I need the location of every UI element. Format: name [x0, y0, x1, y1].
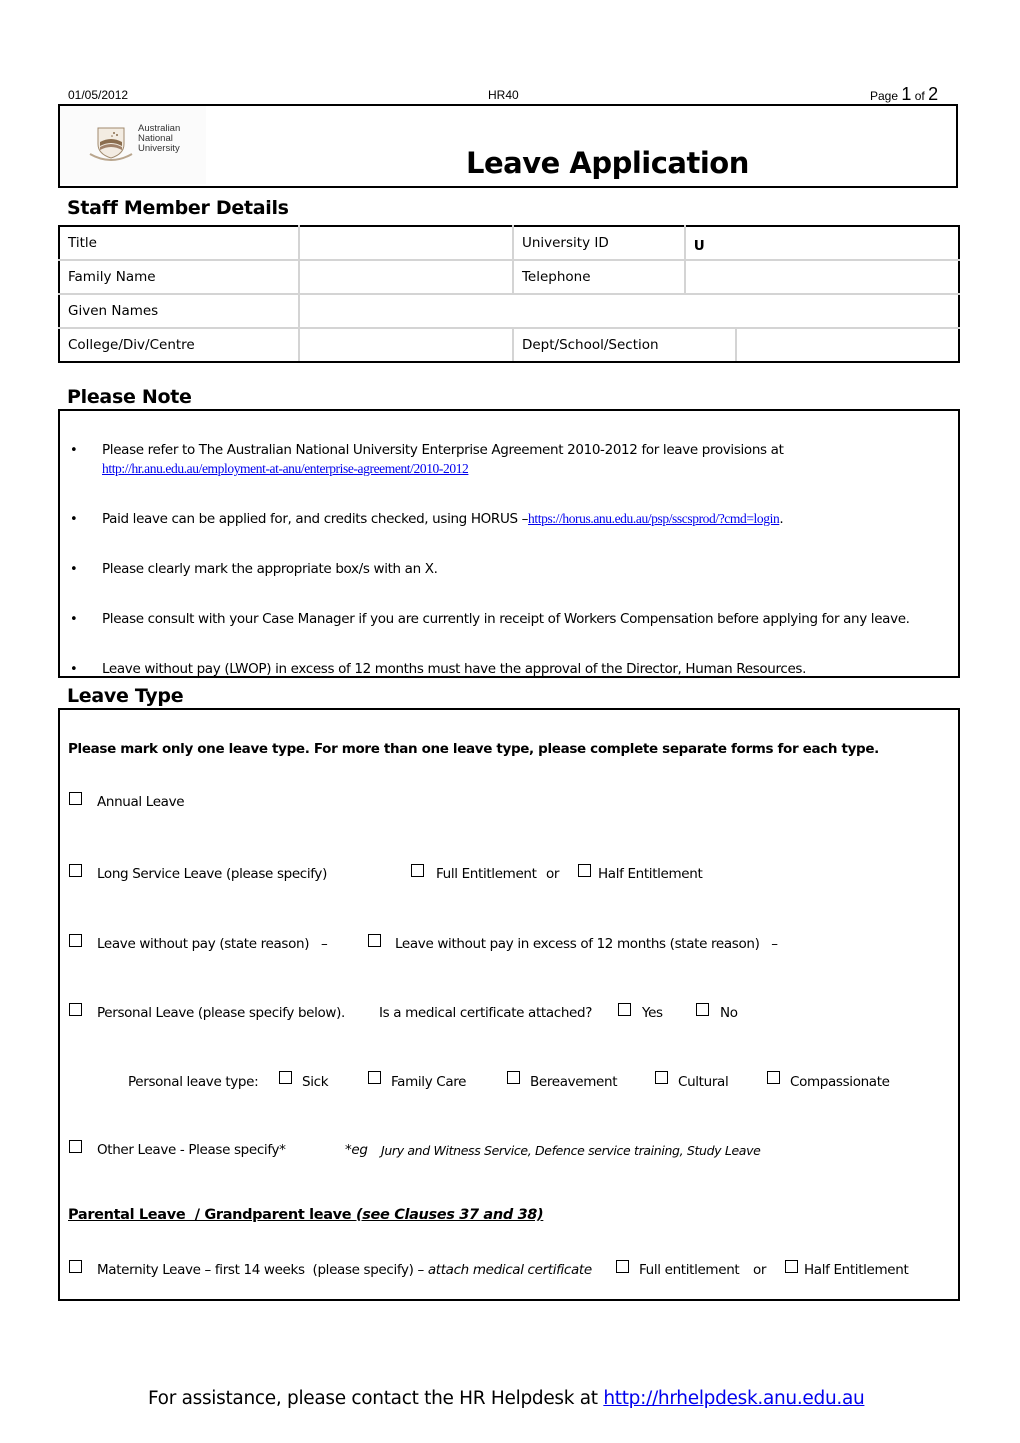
enterprise-agreement-link[interactable]: http://hr.anu.edu.au/employment-at-anu/e…	[102, 461, 469, 477]
telephone-label: Telephone	[511, 259, 686, 295]
table-row: Family Name Telephone	[58, 259, 961, 295]
please-note-heading: Please Note	[67, 386, 192, 408]
university-id-label: University ID	[511, 225, 686, 261]
mat-full-entitlement-label: Full entitlement	[639, 1262, 740, 1278]
maternity-leave-label: Maternity Leave – first 14 weeks (please…	[97, 1262, 592, 1278]
note-item: Please consult with your Case Manager if…	[102, 611, 910, 627]
sick-label: Sick	[302, 1074, 329, 1090]
staff-details-heading: Staff Member Details	[67, 197, 289, 219]
form-date: 01/05/2012	[68, 88, 129, 102]
footer: For assistance, please contact the HR He…	[148, 1388, 865, 1409]
hr-helpdesk-link[interactable]: http://hrhelpdesk.anu.edu.au	[603, 1388, 864, 1409]
form-code: HR40	[488, 88, 519, 102]
med-cert-yes-checkbox[interactable]	[618, 1003, 631, 1016]
table-row: Given Names	[58, 293, 961, 329]
university-id-field[interactable]: U	[683, 225, 961, 261]
horus-link[interactable]: https://horus.anu.edu.au/psp/sscsprod/?c…	[528, 511, 780, 526]
sick-checkbox[interactable]	[279, 1071, 292, 1084]
maternity-note: attach medical certificate	[427, 1262, 592, 1278]
page-prefix: Page	[870, 89, 899, 103]
dept-label: Dept/School/Section	[511, 327, 737, 363]
parental-leave-heading: Parental Leave / Grandparent leave (see …	[68, 1207, 544, 1223]
parental-clauses: (see Clauses 37 and 38)	[355, 1207, 544, 1223]
page-title: Leave Application	[466, 146, 749, 180]
ls-full-entitlement-checkbox[interactable]	[411, 864, 424, 877]
title-field[interactable]	[297, 225, 514, 261]
logo-text: Australian National University	[138, 123, 181, 154]
dept-field[interactable]	[734, 327, 961, 363]
ls-half-entitlement-label: Half Entitlement	[598, 866, 703, 882]
bullet-icon: •	[70, 562, 78, 577]
personal-leave-checkbox[interactable]	[69, 1003, 82, 1016]
page-indicator: Page 1 of 2	[870, 84, 938, 105]
page-of: of	[914, 89, 925, 103]
mat-half-entitlement-label: Half Entitlement	[804, 1262, 909, 1278]
bullet-icon: •	[70, 512, 78, 527]
long-service-leave-checkbox[interactable]	[69, 864, 82, 877]
note-item: Leave without pay (LWOP) in excess of 12…	[102, 661, 807, 677]
family-name-field[interactable]	[297, 259, 514, 295]
mat-or-label: or	[753, 1262, 767, 1278]
leave-type-heading: Leave Type	[67, 685, 184, 707]
med-cert-no-label: No	[720, 1005, 738, 1021]
footer-text: For assistance, please contact the HR He…	[148, 1388, 604, 1409]
table-row: College/Div/Centre Dept/School/Section	[58, 327, 961, 363]
medical-certificate-question: Is a medical certificate attached?	[379, 1005, 593, 1021]
cultural-checkbox[interactable]	[655, 1071, 668, 1084]
given-names-label: Given Names	[58, 293, 300, 329]
family-name-label: Family Name	[58, 259, 300, 295]
telephone-field[interactable]	[683, 259, 961, 295]
note-item: Please refer to The Australian National …	[102, 442, 784, 458]
table-row: Title University ID U	[58, 225, 961, 261]
college-label: College/Div/Centre	[58, 327, 300, 363]
med-cert-no-checkbox[interactable]	[696, 1003, 709, 1016]
lwop-checkbox[interactable]	[69, 934, 82, 947]
compassionate-label: Compassionate	[790, 1074, 890, 1090]
long-service-leave-label: Long Service Leave (please specify)	[97, 866, 327, 882]
ls-half-entitlement-checkbox[interactable]	[578, 864, 591, 877]
ls-full-entitlement-label: Full Entitlement	[436, 866, 537, 882]
note-item: Paid leave can be applied for, and credi…	[102, 511, 784, 527]
bereavement-label: Bereavement	[530, 1074, 618, 1090]
other-eg-examples: Jury and Witness Service, Defence servic…	[381, 1143, 761, 1158]
leave-instruction: Please mark only one leave type. For mor…	[68, 741, 879, 757]
given-names-field[interactable]	[297, 293, 961, 329]
bullet-icon: •	[70, 662, 78, 677]
other-leave-label: Other Leave - Please specify*	[97, 1142, 286, 1158]
lwop-label: Leave without pay (state reason) –	[97, 936, 328, 952]
annual-leave-checkbox[interactable]	[69, 792, 82, 805]
anu-crest-icon	[89, 127, 133, 161]
note-item: Please clearly mark the appropriate box/…	[102, 561, 438, 577]
maternity-leave-checkbox[interactable]	[69, 1260, 82, 1273]
page-total: 2	[928, 84, 939, 104]
bullet-icon: •	[70, 612, 78, 627]
anu-logo: Australian National University	[60, 106, 206, 184]
annual-leave-label: Annual Leave	[97, 794, 185, 810]
family-care-checkbox[interactable]	[368, 1071, 381, 1084]
bullet-icon: •	[70, 443, 78, 458]
cultural-label: Cultural	[678, 1074, 729, 1090]
med-cert-yes-label: Yes	[642, 1005, 663, 1021]
bereavement-checkbox[interactable]	[507, 1071, 520, 1084]
family-care-label: Family Care	[391, 1074, 467, 1090]
personal-leave-label: Personal Leave (please specify below).	[97, 1005, 345, 1021]
page-current: 1	[901, 84, 912, 104]
compassionate-checkbox[interactable]	[767, 1071, 780, 1084]
lwop-12-months-label: Leave without pay in excess of 12 months…	[395, 936, 778, 952]
mat-half-entitlement-checkbox[interactable]	[785, 1260, 798, 1273]
ls-or-label: or	[546, 866, 560, 882]
other-eg-prefix: *eg	[345, 1142, 368, 1158]
title-label: Title	[58, 225, 300, 261]
personal-leave-type-label: Personal leave type:	[128, 1074, 259, 1090]
other-leave-checkbox[interactable]	[69, 1140, 82, 1153]
lwop-12-months-checkbox[interactable]	[368, 934, 381, 947]
college-field[interactable]	[297, 327, 514, 363]
staff-details-table: Title University ID U Family Name Teleph…	[58, 225, 961, 363]
mat-full-entitlement-checkbox[interactable]	[616, 1260, 629, 1273]
